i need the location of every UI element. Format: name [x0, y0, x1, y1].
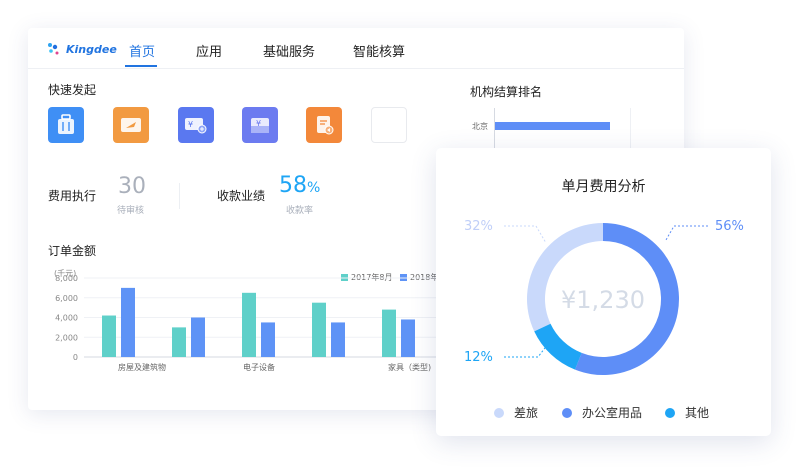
- bar-2-3[interactable]: [261, 322, 275, 357]
- brand-name: Kingdee: [66, 42, 117, 56]
- svg-text:¥: ¥: [256, 119, 261, 128]
- nav-home[interactable]: 首页: [129, 41, 155, 60]
- order-amount-title: 订单金额: [48, 244, 97, 258]
- kingdee-logo-icon: [48, 43, 59, 55]
- legend-dot: [665, 407, 675, 418]
- nav-apps[interactable]: 应用: [196, 41, 222, 60]
- legend-other: 其他: [665, 404, 709, 421]
- leader-line-2: [665, 225, 708, 241]
- x-tick-label: 电子设备: [243, 362, 275, 372]
- collection-rate-value[interactable]: 58%: [279, 173, 320, 198]
- slice-label-other: 12%: [464, 350, 493, 365]
- active-tab-indicator: [125, 65, 157, 67]
- monthly-expense-card: 单月费用分析 ¥1,230 32% 56% 12% 差旅 办公室用品 其他: [436, 148, 771, 436]
- leader-line-3: [504, 343, 549, 358]
- bar-2-4[interactable]: [331, 322, 345, 357]
- legend-dot: [494, 407, 504, 418]
- y-tick-label: 8,000: [55, 274, 78, 283]
- top-navigation: Kingdee 首页 应用 基础服务 智能核算: [28, 28, 684, 69]
- leader-line-1: [504, 225, 547, 244]
- quick-actions-title: 快速发起: [48, 83, 97, 97]
- donut-center-value: ¥1,230: [561, 286, 645, 314]
- document-return-icon[interactable]: [306, 107, 342, 143]
- bar-1-1[interactable]: [102, 315, 116, 357]
- ranking-title: 机构结算排名: [470, 85, 543, 99]
- stats-divider: [179, 183, 180, 209]
- collection-rate-label: 收款率: [286, 206, 314, 216]
- y-tick-label: 0: [73, 353, 78, 362]
- pending-review-count[interactable]: 30: [118, 174, 146, 199]
- bar-2-2[interactable]: [191, 317, 205, 358]
- bar-2-1[interactable]: [121, 287, 135, 357]
- slice-label-travel: 32%: [464, 219, 493, 234]
- ranking-gridline: [630, 108, 631, 150]
- ranking-category-label: 北京: [472, 122, 488, 131]
- slice-label-office: 56%: [715, 219, 744, 234]
- add-shortcut-placeholder[interactable]: [371, 107, 407, 143]
- svg-text:¥: ¥: [188, 120, 193, 129]
- nav-smart-accounting[interactable]: 智能核算: [353, 41, 405, 60]
- donut-slice-3[interactable]: [534, 323, 582, 370]
- x-tick-label: 家具（类型): [388, 362, 431, 372]
- y-tick-label: 6,000: [55, 294, 78, 303]
- ranking-bar-beijing[interactable]: [495, 122, 611, 130]
- yen-card-icon[interactable]: ¥: [242, 107, 278, 143]
- ranking-panel: 机构结算排名 北京: [436, 78, 684, 150]
- legend-office: 办公室用品: [562, 404, 642, 421]
- expense-exec-label: 费用执行: [48, 189, 97, 203]
- bar-1-5[interactable]: [382, 309, 396, 357]
- yen-ticket-icon[interactable]: ¥: [178, 107, 214, 143]
- pending-review-label: 待审核: [117, 206, 145, 216]
- nav-basic-services[interactable]: 基础服务: [263, 41, 315, 60]
- x-tick-label: 房屋及建筑物: [118, 362, 166, 372]
- plane-ticket-icon[interactable]: [113, 107, 149, 143]
- luggage-icon[interactable]: [48, 107, 84, 143]
- y-tick-label: 2,000: [55, 333, 78, 342]
- donut-slice-1[interactable]: [527, 223, 603, 332]
- legend-travel: 差旅: [494, 404, 538, 421]
- bar-2-5[interactable]: [401, 319, 415, 357]
- bar-1-4[interactable]: [312, 302, 326, 357]
- expense-donut-chart: ¥1,230: [504, 223, 708, 375]
- y-tick-label: 4,000: [55, 314, 78, 323]
- legend-dot: [562, 407, 572, 418]
- bar-1-2[interactable]: [172, 327, 186, 357]
- collection-label: 收款业绩: [217, 189, 266, 203]
- bar-1-3[interactable]: [242, 292, 256, 357]
- brand-logo[interactable]: Kingdee: [46, 40, 117, 58]
